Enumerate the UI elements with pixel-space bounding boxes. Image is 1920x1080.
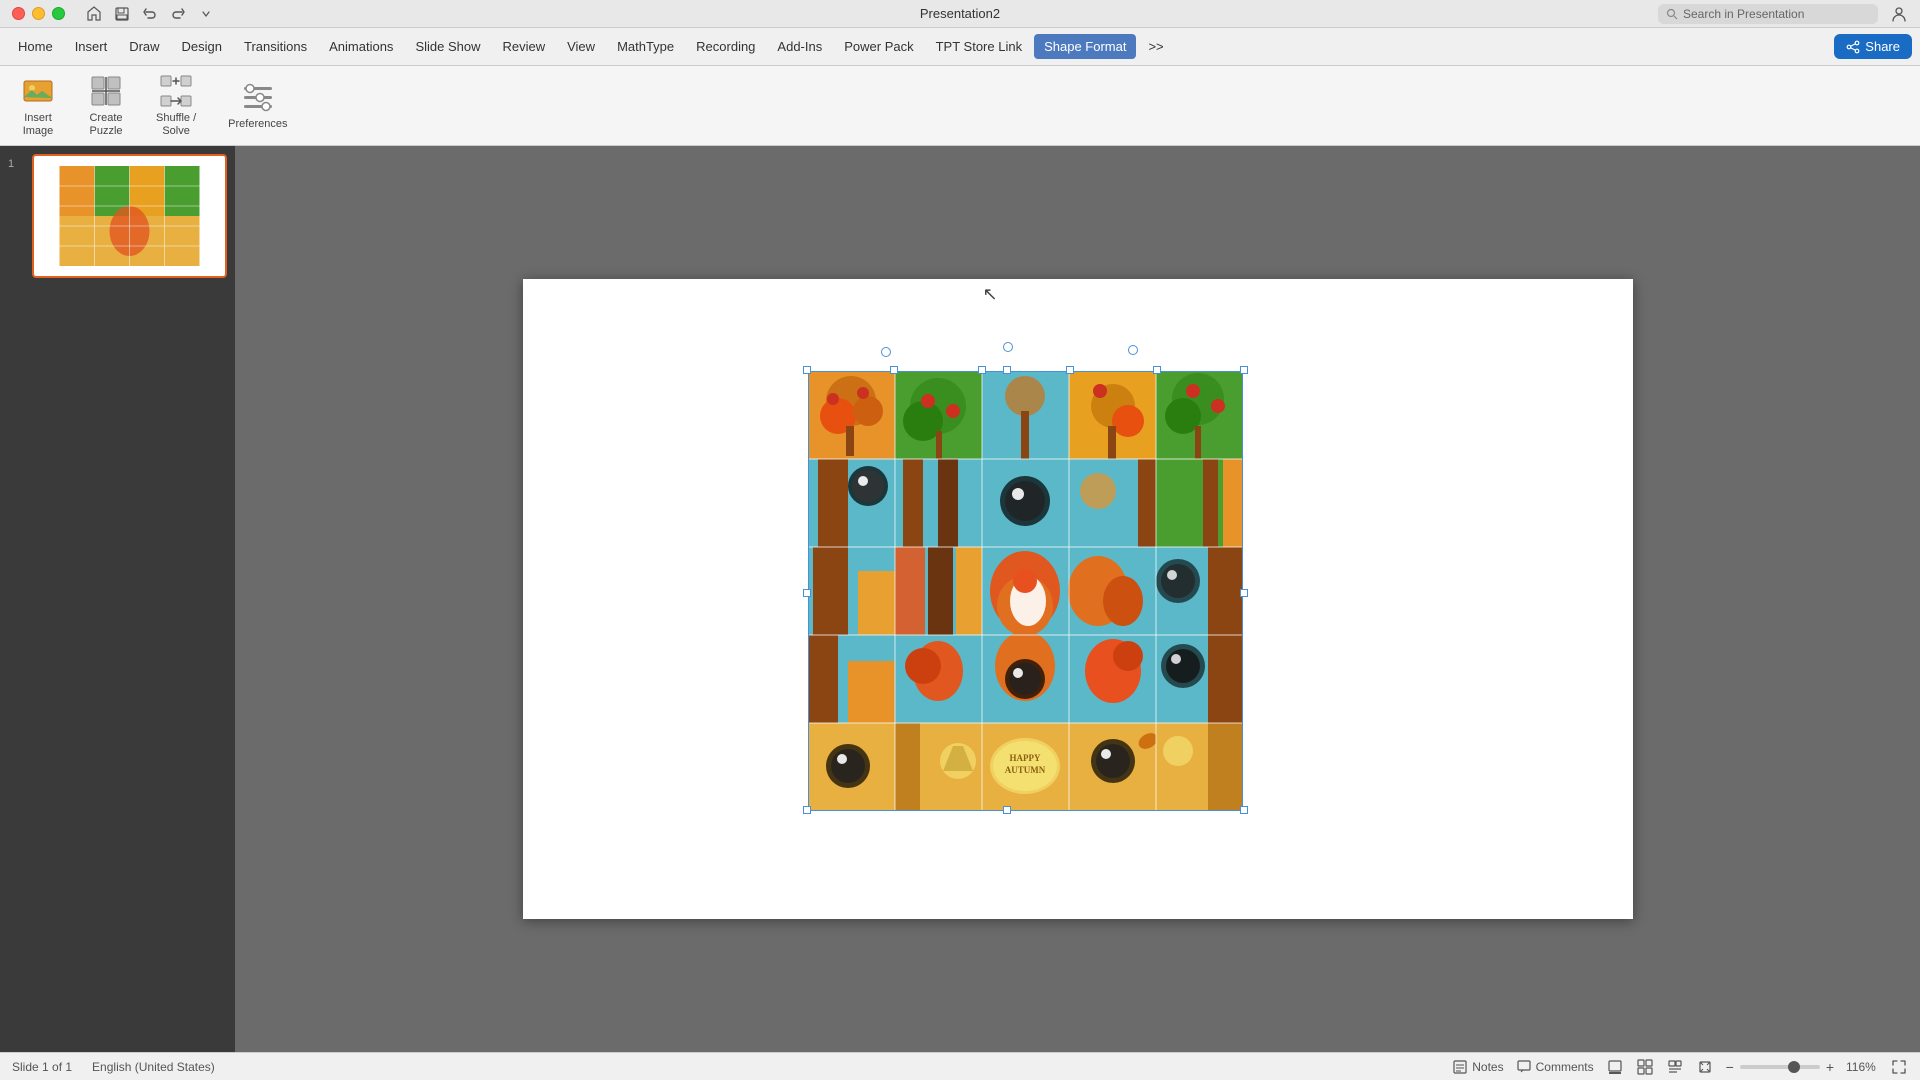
insert-image-label: InsertImage: [23, 112, 54, 138]
minimize-button[interactable]: [32, 7, 45, 20]
handle-t4[interactable]: [1066, 366, 1074, 374]
notes-label: Notes: [1472, 1060, 1503, 1074]
menu-draw[interactable]: Draw: [119, 34, 169, 59]
cursor-indicator: ↖: [983, 284, 998, 305]
handle-tl[interactable]: [803, 366, 811, 374]
handle-t5[interactable]: [1153, 366, 1161, 374]
puzzle-image: HAPPY AUTUMN: [808, 371, 1243, 811]
zoom-minus[interactable]: −: [1726, 1059, 1734, 1075]
menu-bar: Home Insert Draw Design Transitions Anim…: [0, 28, 1920, 66]
menu-view[interactable]: View: [557, 34, 605, 59]
fit-icon[interactable]: [1696, 1058, 1714, 1076]
insert-image-icon: [20, 73, 56, 109]
status-bar: Slide 1 of 1 English (United States) Not…: [0, 1052, 1920, 1080]
slide-panel: 1: [0, 146, 235, 1052]
grid-view-icon[interactable]: [1636, 1058, 1654, 1076]
handle-tm[interactable]: [1003, 366, 1011, 374]
menu-insert[interactable]: Insert: [65, 34, 118, 59]
share-label: Share: [1865, 39, 1900, 54]
canvas-area[interactable]: HAPPY AUTUMN: [235, 146, 1920, 1052]
slide-thumb-inner: [34, 156, 225, 276]
handle-br[interactable]: [1240, 806, 1248, 814]
save-icon[interactable]: [113, 5, 131, 23]
main-content: 1: [0, 146, 1920, 1052]
zoom-control: − +: [1726, 1059, 1834, 1075]
toolbar-preferences[interactable]: Preferences: [220, 73, 295, 137]
menu-more[interactable]: >>: [1138, 34, 1173, 59]
menu-shapeformat[interactable]: Shape Format: [1034, 34, 1136, 59]
dropdown-icon[interactable]: [197, 5, 215, 23]
title-right: Search in Presentation: [1658, 4, 1908, 24]
fullscreen-icon[interactable]: [1890, 1058, 1908, 1076]
menu-home[interactable]: Home: [8, 34, 63, 59]
language-info: English (United States): [92, 1060, 215, 1074]
handle-bl[interactable]: [803, 806, 811, 814]
menu-powerpack[interactable]: Power Pack: [834, 34, 923, 59]
search-icon: [1666, 8, 1678, 20]
title-icons: [85, 5, 215, 23]
slide-thumbnail-container: 1: [8, 154, 227, 278]
svg-text:AUTUMN: AUTUMN: [1004, 765, 1045, 775]
slide-info: Slide 1 of 1: [12, 1060, 72, 1074]
comments-button[interactable]: Comments: [1516, 1059, 1594, 1075]
rotate-handle-left[interactable]: [881, 347, 891, 357]
notes-button[interactable]: Notes: [1452, 1059, 1503, 1075]
app-title: Presentation2: [920, 6, 1000, 21]
redo-icon[interactable]: [169, 5, 187, 23]
menu-mathtype[interactable]: MathType: [607, 34, 684, 59]
handle-tr[interactable]: [1240, 366, 1248, 374]
svg-text:HAPPY: HAPPY: [1009, 753, 1040, 763]
menu-animations[interactable]: Animations: [319, 34, 403, 59]
home-icon[interactable]: [85, 5, 103, 23]
shuffle-solve-label: Shuffle /Solve: [156, 112, 196, 138]
menu-review[interactable]: Review: [492, 34, 555, 59]
menu-transitions[interactable]: Transitions: [234, 34, 317, 59]
notes-icon: [1452, 1059, 1468, 1075]
slide-thumbnail-1[interactable]: [32, 154, 227, 278]
preferences-icon: [240, 79, 276, 115]
share-icon: [1846, 40, 1860, 54]
traffic-lights: [12, 7, 65, 20]
maximize-button[interactable]: [52, 7, 65, 20]
user-icon[interactable]: [1890, 5, 1908, 23]
toolbar-create-puzzle[interactable]: CreatePuzzle: [80, 67, 132, 144]
handle-t2[interactable]: [890, 366, 898, 374]
menu-slideshow[interactable]: Slide Show: [405, 34, 490, 59]
thumbnail-preview: [34, 156, 225, 276]
shuffle-solve-icon: [158, 73, 194, 109]
search-box[interactable]: Search in Presentation: [1658, 4, 1878, 24]
outline-view-icon[interactable]: [1666, 1058, 1684, 1076]
normal-view-icon[interactable]: [1606, 1058, 1624, 1076]
handle-t3[interactable]: [978, 366, 986, 374]
close-button[interactable]: [12, 7, 25, 20]
share-button[interactable]: Share: [1834, 34, 1912, 59]
rotate-handle-center[interactable]: [1003, 342, 1013, 352]
rotate-handle-right[interactable]: [1128, 345, 1138, 355]
toolbar-insert-image[interactable]: InsertImage: [12, 67, 64, 144]
menu-recording[interactable]: Recording: [686, 34, 765, 59]
handle-ml[interactable]: [803, 589, 811, 597]
toolbar: InsertImage CreatePuzzle: [0, 66, 1920, 146]
handle-mr[interactable]: [1240, 589, 1248, 597]
toolbar-shuffle-solve[interactable]: Shuffle /Solve: [148, 67, 204, 144]
zoom-plus[interactable]: +: [1826, 1059, 1834, 1075]
comments-icon: [1516, 1059, 1532, 1075]
handle-bm[interactable]: [1003, 806, 1011, 814]
zoom-slider[interactable]: [1740, 1065, 1820, 1069]
zoom-level: 116%: [1846, 1060, 1878, 1074]
comments-label: Comments: [1536, 1060, 1594, 1074]
status-right: Notes Comments: [1452, 1058, 1908, 1076]
title-bar: Presentation2 Search in Presentation: [0, 0, 1920, 28]
preferences-label: Preferences: [228, 118, 287, 131]
undo-icon[interactable]: [141, 5, 159, 23]
create-puzzle-icon: [88, 73, 124, 109]
slide-number: 1: [8, 158, 24, 170]
search-placeholder: Search in Presentation: [1683, 7, 1804, 21]
slide-canvas: HAPPY AUTUMN: [523, 279, 1633, 919]
menu-design[interactable]: Design: [172, 34, 232, 59]
create-puzzle-label: CreatePuzzle: [89, 112, 122, 138]
menu-tpt[interactable]: TPT Store Link: [926, 34, 1032, 59]
menu-addins[interactable]: Add-Ins: [767, 34, 832, 59]
